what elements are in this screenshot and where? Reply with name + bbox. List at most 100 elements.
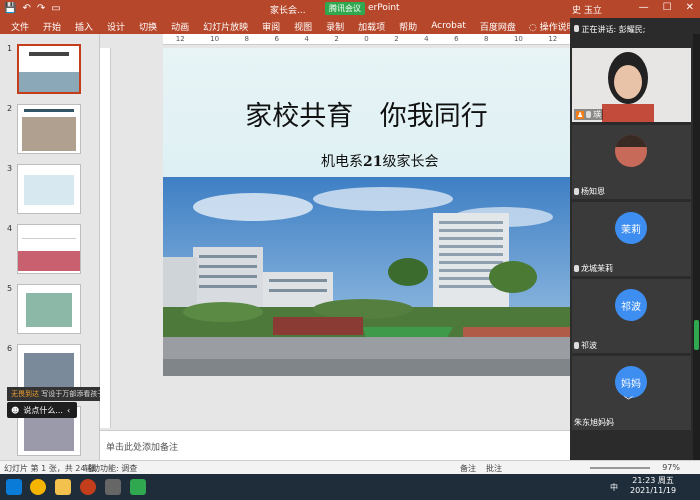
user-name[interactable]: 史 玉立: [572, 3, 602, 16]
tab-review[interactable]: 审阅: [255, 20, 287, 33]
collapse-icon[interactable]: ‹: [67, 406, 70, 415]
ruler-tick: 4: [424, 35, 429, 43]
participant-avatar: 茉莉: [615, 212, 647, 244]
clock[interactable]: 21:23 周五 2021/11/19: [630, 476, 676, 496]
mic-icon: [574, 188, 579, 195]
thumb-number: 4: [7, 224, 13, 233]
zoom-level[interactable]: 97%: [662, 463, 680, 472]
ruler-tick: 2: [334, 35, 339, 43]
ruler-tick: 8: [244, 35, 249, 43]
start-icon[interactable]: [6, 479, 22, 495]
minimize-icon[interactable]: —: [639, 2, 649, 13]
participant-name: ♟ 瑛: [574, 109, 604, 120]
ruler-tick: 10: [513, 35, 523, 43]
ruler-tick: 2: [394, 35, 399, 43]
tab-animations[interactable]: 动画: [164, 20, 196, 33]
meeting-panel: 正在讲话: 彭耀民; ︿ ♟ 瑛 杨知恩 茉莉 龙城茉莉: [570, 18, 700, 460]
subtitle-part: 级家长会: [382, 154, 439, 170]
slide-title[interactable]: 家校共育 你我同行: [163, 94, 570, 133]
window-title: 家长会...: [270, 6, 306, 16]
campus-photo[interactable]: [163, 177, 570, 376]
ruler-tick: 12: [175, 35, 185, 43]
slide-thumbnail-5[interactable]: [17, 284, 81, 334]
close-icon[interactable]: ✕: [686, 2, 694, 13]
ruler-tick: 8: [484, 35, 489, 43]
tab-help[interactable]: 帮助: [392, 20, 424, 33]
participant-name-label: 祁波: [581, 341, 597, 350]
participant-tile[interactable]: 杨知恩: [572, 125, 691, 199]
powerpoint-icon[interactable]: [80, 479, 96, 495]
accessibility-status[interactable]: 辅助功能: 调查: [84, 463, 137, 474]
clock-date: 2021/11/19: [630, 486, 677, 495]
campus-photo-illustration: [163, 177, 570, 376]
lightbulb-icon: ◌: [528, 22, 540, 33]
slide-thumbnail-4[interactable]: [17, 224, 81, 274]
meeting-app-icon[interactable]: [130, 479, 146, 495]
thumb-number: 6: [7, 344, 13, 353]
window-title-suffix: erPoint: [368, 3, 400, 13]
tab-view[interactable]: 视图: [287, 20, 319, 33]
speaking-indicator: 正在讲话: 彭耀民;: [574, 24, 645, 35]
thumb-number: 3: [7, 164, 13, 173]
ruler-tick: 0: [364, 35, 369, 43]
comment-input[interactable]: ☻ 说点什么... ‹: [7, 402, 77, 418]
folder-icon[interactable]: [55, 479, 71, 495]
undo-icon[interactable]: ↶: [22, 3, 30, 14]
ruler-tick: 10: [210, 35, 220, 43]
tab-home[interactable]: 开始: [36, 20, 68, 33]
slide-counter: 幻灯片 第 1 张，共 24 张: [4, 464, 96, 473]
tab-design[interactable]: 设计: [100, 20, 132, 33]
ribbon-tabs: 文件 开始 插入 设计 切换 动画 幻灯片放映 审阅 视图 录制 加载项 帮助 …: [0, 18, 594, 34]
mic-icon: [586, 111, 592, 118]
meeting-scrollbar[interactable]: [693, 34, 700, 460]
participant-name-label: 朱东旭妈妈: [574, 418, 614, 427]
notes-button[interactable]: 备注: [460, 463, 476, 474]
tab-baidu[interactable]: 百度网盘: [473, 20, 523, 33]
zoom-slider[interactable]: [590, 467, 650, 469]
tab-acrobat[interactable]: Acrobat: [424, 21, 473, 31]
horizontal-ruler: 12 10 8 6 4 2 0 2 4 6 8 10 12: [163, 34, 570, 45]
comments-button[interactable]: 批注: [486, 463, 502, 474]
tab-slideshow[interactable]: 幻灯片放映: [196, 20, 255, 33]
tab-file[interactable]: 文件: [4, 20, 36, 33]
tab-insert[interactable]: 插入: [68, 20, 100, 33]
participant-name: 杨知恩: [574, 186, 605, 197]
ruler-tick: 4: [304, 35, 309, 43]
slide-canvas[interactable]: 家校共育 你我同行 机电系21级家长会: [163, 48, 570, 376]
user-icon: ♟: [576, 110, 585, 119]
taskbar: 中 21:23 周五 2021/11/19: [0, 474, 700, 500]
mic-icon: [574, 342, 579, 349]
participant-name: 祁波: [574, 340, 597, 351]
slide-thumbnail-3[interactable]: [17, 164, 81, 214]
participant-tile[interactable]: 祁波 祁波: [572, 279, 691, 353]
mic-icon: [574, 265, 579, 272]
slide-thumbnail-1[interactable]: [17, 44, 81, 94]
meeting-badge[interactable]: 腾讯会议: [325, 2, 365, 15]
scrollbar-thumb[interactable]: [694, 320, 699, 350]
participant-name-label: 龙城茉莉: [581, 264, 613, 273]
participant-tile[interactable]: 茉莉 龙城茉莉: [572, 202, 691, 276]
present-icon[interactable]: ▭: [51, 3, 60, 14]
danmaku-author: 无畏到达: [11, 390, 39, 398]
save-icon[interactable]: 💾: [4, 3, 16, 14]
ruler-tick: 6: [274, 35, 279, 43]
tab-addins[interactable]: 加载项: [351, 20, 392, 33]
slide-subtitle[interactable]: 机电系21级家长会: [321, 151, 438, 171]
clock-time: 21:23 周五: [632, 476, 674, 485]
mic-icon: [574, 25, 579, 32]
app-icon[interactable]: [105, 479, 121, 495]
participant-tile[interactable]: 妈妈 朱东旭妈妈: [572, 356, 691, 430]
tab-transitions[interactable]: 切换: [132, 20, 164, 33]
input-language[interactable]: 中: [610, 482, 618, 493]
participant-tile[interactable]: ♟ 瑛: [572, 48, 691, 122]
maximize-icon[interactable]: ☐: [663, 2, 672, 13]
slide-thumbnail-2[interactable]: [17, 104, 81, 154]
chevron-down-icon[interactable]: ﹀: [624, 394, 633, 407]
tab-record[interactable]: 录制: [319, 20, 351, 33]
title-bar: 💾 ↶ ↷ ▭ 家长会... 腾讯会议 erPoint 史 玉立 — ☐ ✕: [0, 0, 700, 18]
participant-name-label: 瑛: [593, 110, 602, 119]
notes-pane[interactable]: 单击此处添加备注: [100, 430, 570, 460]
ruler-tick: 12: [548, 35, 558, 43]
chrome-icon[interactable]: [30, 479, 46, 495]
redo-icon[interactable]: ↷: [37, 3, 45, 14]
